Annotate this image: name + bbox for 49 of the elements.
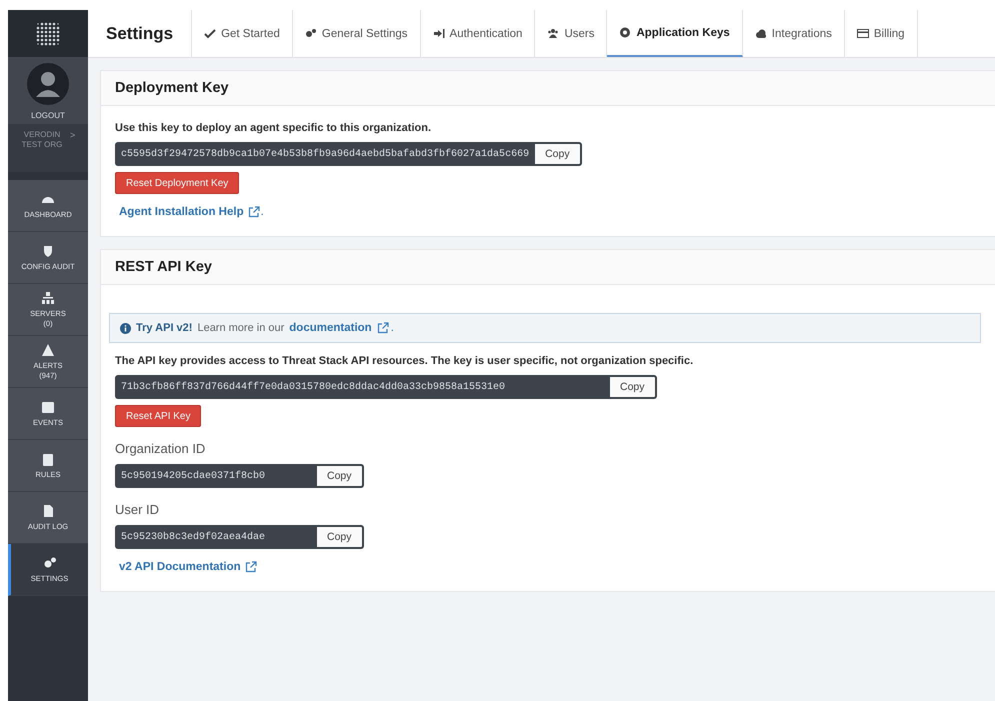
- shield-icon: [41, 244, 55, 258]
- tab[interactable]: Application Keys: [607, 10, 743, 57]
- external-link-icon: [248, 206, 260, 218]
- reset-button[interactable]: Reset Deployment Key: [115, 172, 240, 194]
- id-field[interactable]: 5c950194205cdae0371f8cb0: [115, 464, 317, 488]
- tab[interactable]: Get Started: [192, 10, 293, 57]
- notice-text: Learn more in our: [197, 322, 284, 334]
- cloud-icon: [754, 28, 767, 39]
- reset-button[interactable]: Reset API Key: [115, 405, 202, 427]
- period-text: .: [390, 322, 394, 334]
- help-link[interactable]: Agent Installation Help: [119, 206, 244, 218]
- tab[interactable]: Users: [535, 10, 608, 57]
- copy-button[interactable]: Copy: [317, 464, 364, 488]
- logo-icon[interactable]: [8, 10, 88, 57]
- network-icon: [41, 290, 55, 304]
- external-link-icon: [376, 322, 389, 334]
- org-arrow[interactable]: >: [70, 130, 76, 140]
- logout-link[interactable]: LOGOUT: [31, 111, 65, 120]
- docs-link[interactable]: v2 API Documentation: [119, 561, 241, 573]
- field-label: Organization ID: [115, 441, 206, 456]
- field-label: User ID: [115, 502, 160, 517]
- tab[interactable]: General Settings: [292, 10, 421, 57]
- warning-icon: [41, 342, 55, 356]
- tab[interactable]: Billing: [844, 10, 918, 57]
- external-link-icon: [244, 561, 257, 573]
- users-icon: [547, 28, 560, 39]
- description-text: Use this key to deploy an agent specific to this organization.: [115, 122, 432, 134]
- documentation-link[interactable]: documentation: [289, 322, 372, 334]
- info-icon: [120, 322, 131, 334]
- organization-name[interactable]: VERODIN TEST ORG: [18, 130, 66, 150]
- copy-button[interactable]: Copy: [317, 525, 364, 549]
- description-text: The API key provides access to Threat Stack API resources. The key is user specific, not organization specific.: [115, 355, 694, 367]
- key-field[interactable]: 71b3cfb86ff837d766d44ff7e0da0315780edc8ddac4dd0a33cb9858a15531e0: [115, 375, 610, 399]
- key-field[interactable]: c5595d3f29472578db9ca1b07e4b53b8fb9a96d4aebd5bafabd3fbf6027a1da5c669: [115, 142, 536, 166]
- sign-in-icon: [432, 28, 445, 39]
- notice-title: Try API v2!: [136, 322, 192, 334]
- credit-card-icon: [856, 28, 869, 39]
- panel-title: REST API Key: [101, 250, 995, 285]
- period-text: .: [260, 206, 264, 218]
- document-icon: [41, 504, 55, 518]
- tab[interactable]: Authentication: [420, 10, 536, 57]
- check-icon: [204, 28, 216, 39]
- panel-title: Deployment Key: [101, 71, 995, 106]
- id-field[interactable]: 5c95230b8c3ed9f02aea4dae: [115, 525, 317, 549]
- avatar-icon[interactable]: [27, 63, 69, 105]
- copy-button[interactable]: Copy: [535, 142, 582, 166]
- page-title: Settings: [88, 10, 192, 57]
- tab[interactable]: Integrations: [742, 10, 845, 57]
- copy-button[interactable]: Copy: [610, 375, 657, 399]
